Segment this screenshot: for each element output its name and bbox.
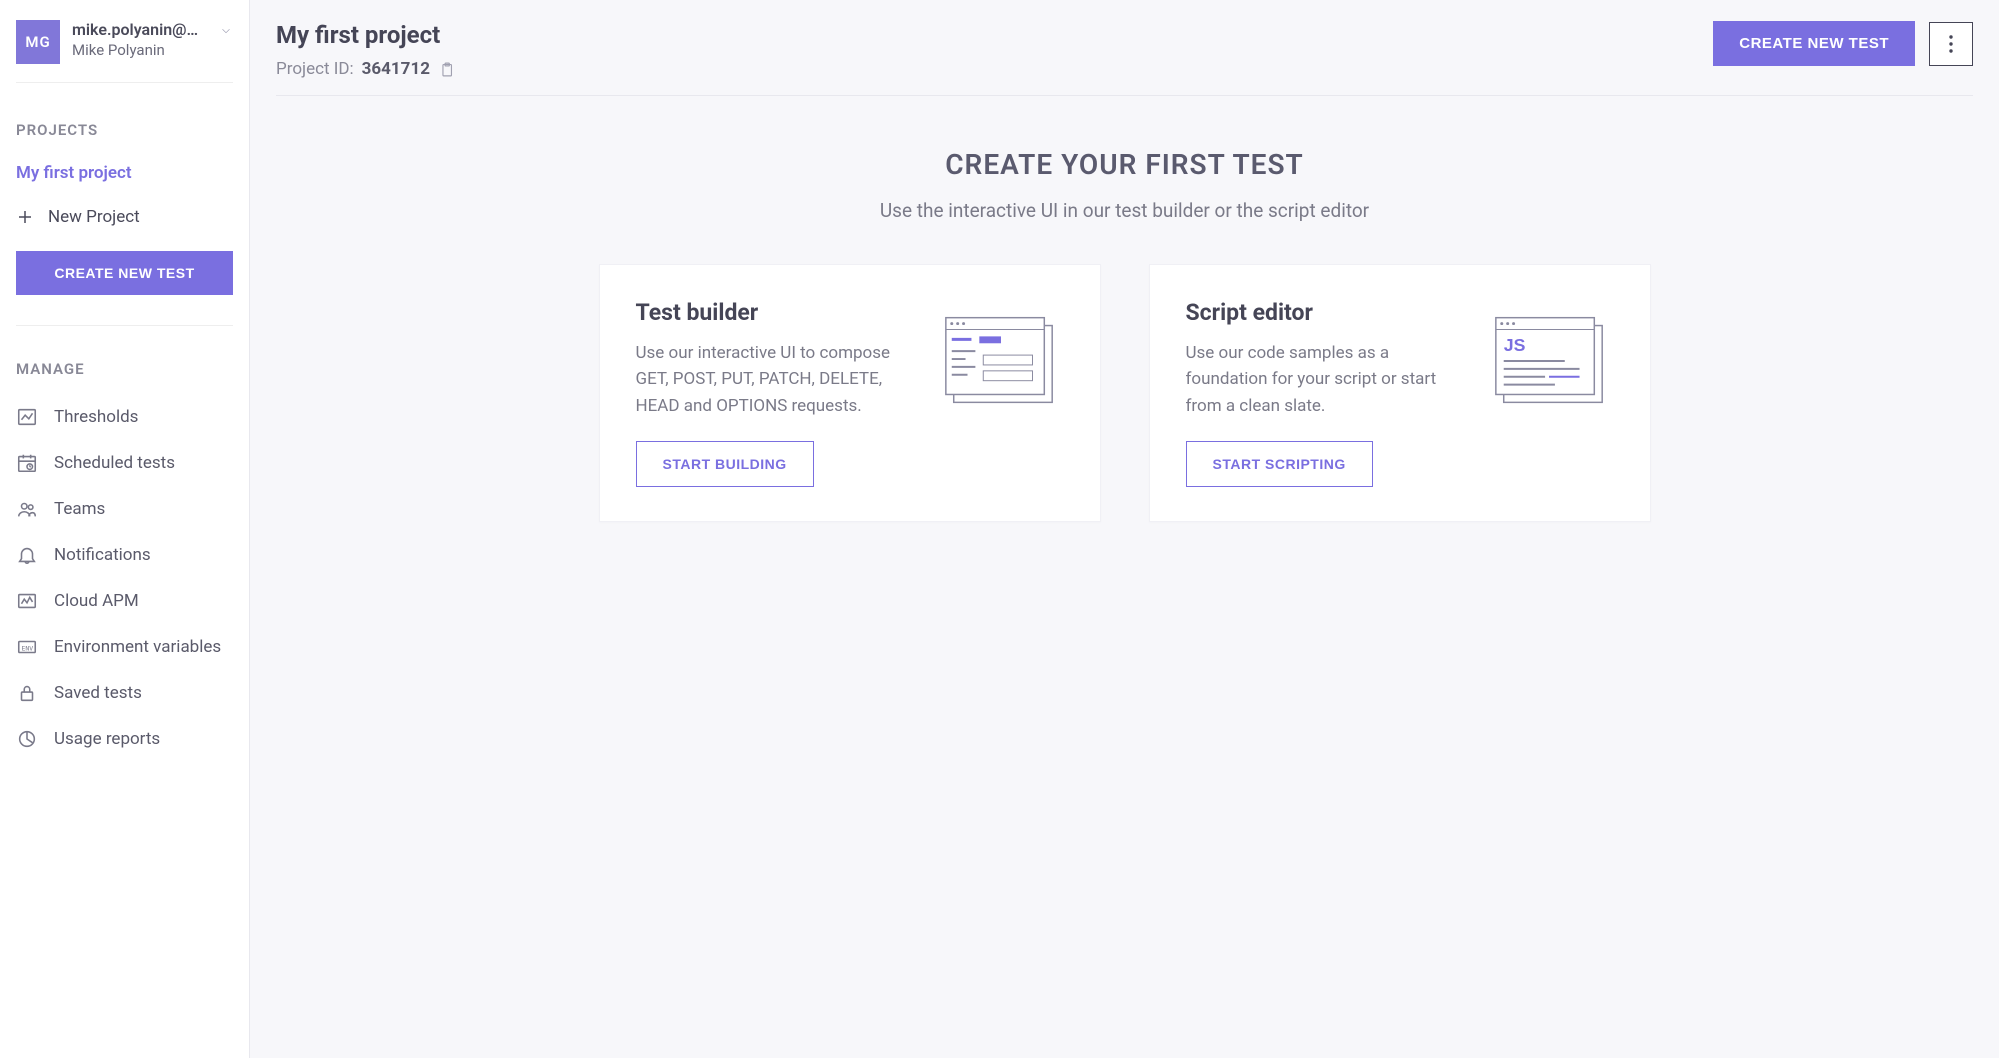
sidebar-item-label: Environment variables xyxy=(54,637,221,657)
sidebar-item-thresholds[interactable]: Thresholds xyxy=(16,396,233,438)
create-test-button-header[interactable]: CREATE NEW TEST xyxy=(1713,21,1915,66)
pie-icon xyxy=(16,728,38,750)
sidebar-item-scheduled-tests[interactable]: Scheduled tests xyxy=(16,442,233,484)
sidebar-item-usage-reports[interactable]: Usage reports xyxy=(16,718,233,760)
user-menu[interactable]: MG mike.polyanin@g... Mike Polyanin xyxy=(16,20,233,83)
project-id-label: Project ID: xyxy=(276,59,354,79)
sidebar-item-label: Saved tests xyxy=(54,683,142,703)
card-script-editor: Script editor Use our code samples as a … xyxy=(1149,264,1651,522)
svg-text:JS: JS xyxy=(1503,335,1525,355)
sidebar: MG mike.polyanin@g... Mike Polyanin PROJ… xyxy=(0,0,250,1058)
sidebar-item-notifications[interactable]: Notifications xyxy=(16,534,233,576)
sidebar-item-label: Notifications xyxy=(54,545,151,565)
sidebar-item-label: Usage reports xyxy=(54,729,160,749)
project-id-row: Project ID: 3641712 xyxy=(276,59,455,79)
page-header: My first project Project ID: 3641712 CRE… xyxy=(276,21,1973,96)
hero-title: CREATE YOUR FIRST TEST xyxy=(276,148,1973,181)
user-email: mike.polyanin@g... xyxy=(72,20,207,39)
sidebar-item-label: Teams xyxy=(54,499,105,519)
avatar: MG xyxy=(16,20,60,64)
chevron-down-icon xyxy=(219,24,233,38)
sidebar-item-teams[interactable]: Teams xyxy=(16,488,233,530)
cards-row: Test builder Use our interactive UI to c… xyxy=(276,264,1973,522)
builder-illustration-icon xyxy=(936,311,1064,411)
user-info: mike.polyanin@g... Mike Polyanin xyxy=(72,20,207,59)
sidebar-project-item[interactable]: My first project xyxy=(16,157,233,189)
card-title: Test builder xyxy=(636,299,916,326)
hero-subtitle: Use the interactive UI in our test build… xyxy=(276,199,1973,222)
main-content: My first project Project ID: 3641712 CRE… xyxy=(250,0,1999,1058)
thresholds-icon xyxy=(16,406,38,428)
sidebar-item-label: Cloud APM xyxy=(54,591,139,611)
new-project-button[interactable]: New Project xyxy=(16,197,233,243)
cloud-apm-icon xyxy=(16,590,38,612)
manage-list: Thresholds Scheduled tests Teams Notific… xyxy=(16,396,233,760)
plus-icon xyxy=(16,208,34,226)
sidebar-item-label: Thresholds xyxy=(54,407,138,427)
sidebar-item-cloud-apm[interactable]: Cloud APM xyxy=(16,580,233,622)
user-name: Mike Polyanin xyxy=(72,41,207,59)
more-menu-button[interactable] xyxy=(1929,22,1973,66)
env-icon: ENV xyxy=(16,636,38,658)
project-id-value: 3641712 xyxy=(362,59,430,79)
projects-section-label: PROJECTS xyxy=(16,121,233,139)
svg-text:ENV: ENV xyxy=(22,645,34,653)
card-desc: Use our code samples as a foundation for… xyxy=(1186,340,1466,419)
hero: CREATE YOUR FIRST TEST Use the interacti… xyxy=(276,148,1973,222)
clipboard-icon[interactable] xyxy=(438,60,455,79)
teams-icon xyxy=(16,498,38,520)
create-test-button-sidebar[interactable]: CREATE NEW TEST xyxy=(16,251,233,295)
sidebar-item-saved-tests[interactable]: Saved tests xyxy=(16,672,233,714)
sidebar-item-env-vars[interactable]: ENV Environment variables xyxy=(16,626,233,668)
lock-icon xyxy=(16,682,38,704)
calendar-icon xyxy=(16,452,38,474)
card-desc: Use our interactive UI to compose GET, P… xyxy=(636,340,916,419)
sidebar-item-label: Scheduled tests xyxy=(54,453,175,473)
bell-icon xyxy=(16,544,38,566)
new-project-label: New Project xyxy=(48,207,140,227)
divider xyxy=(16,325,233,326)
start-building-button[interactable]: START BUILDING xyxy=(636,441,814,487)
card-title: Script editor xyxy=(1186,299,1466,326)
script-illustration-icon: JS xyxy=(1486,311,1614,411)
card-test-builder: Test builder Use our interactive UI to c… xyxy=(599,264,1101,522)
kebab-icon xyxy=(1949,35,1953,53)
start-scripting-button[interactable]: START SCRIPTING xyxy=(1186,441,1373,487)
manage-section-label: MANAGE xyxy=(16,360,233,378)
page-title: My first project xyxy=(276,21,455,49)
